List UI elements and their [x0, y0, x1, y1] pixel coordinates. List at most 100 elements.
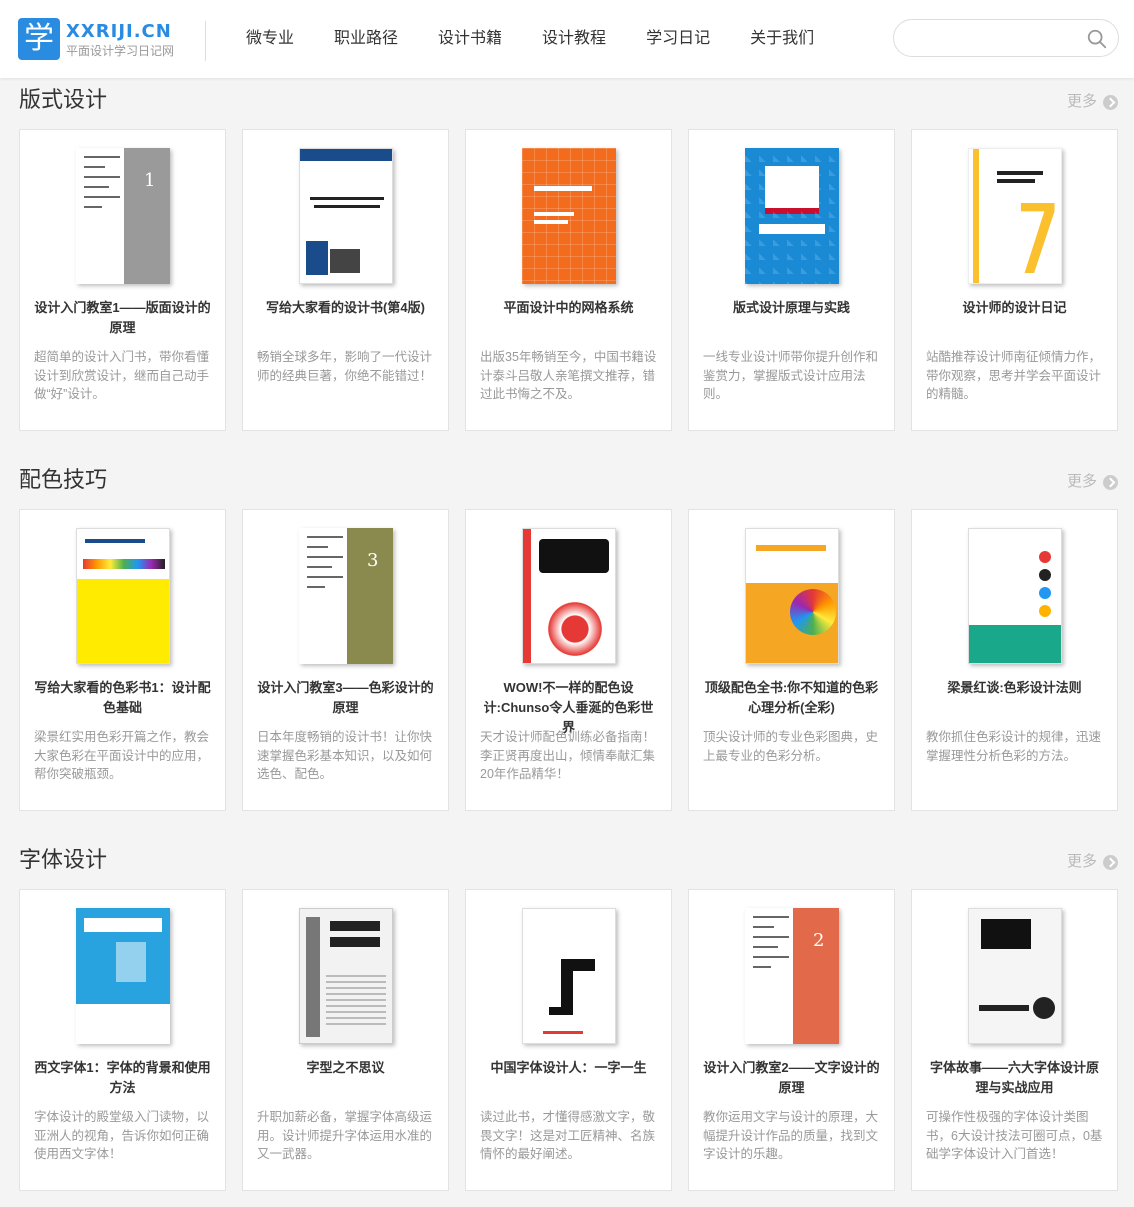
main-nav: 微专业 职业路径 设计书籍 设计教程 学习日记 关于我们 [246, 28, 854, 50]
book-title[interactable]: 字型之不思议 [257, 1058, 434, 1078]
book-description: 升职加薪必备，掌握字体高级运用。设计师提升字体运用水准的又一武器。 [257, 1110, 433, 1161]
book-cover[interactable] [967, 908, 1062, 1044]
book-card[interactable]: 设计师的设计日记站酷推荐设计师南征倾情力作，带你观察，思考并学会平面设计的精髓。 [911, 129, 1118, 431]
section-title: 配色技巧 [19, 467, 108, 492]
nav-item-about-us[interactable]: 关于我们 [750, 28, 814, 50]
search-icon[interactable] [1086, 28, 1108, 50]
book-cover-wrap: 1 [20, 148, 225, 288]
book-cover[interactable] [521, 908, 616, 1044]
book-list: 西文字体1：字体的背景和使用方法字体设计的殿堂级入门读物，以亚洲人的视角，告诉你… [19, 889, 1118, 1191]
book-card[interactable]: 版式设计原理与实践一线专业设计师带你提升创作和鉴赏力，掌握版式设计应用法则。 [688, 129, 895, 431]
book-list: 1 设计入门教室1——版面设计的原理超简单的设计入门书，带你看懂设计到欣赏设计，继… [19, 129, 1118, 431]
book-title[interactable]: 中国字体设计人：一字一生 [480, 1058, 657, 1078]
cover-number: 3 [367, 550, 379, 571]
more-link[interactable]: 更多 [1067, 92, 1118, 112]
book-card[interactable]: 字体故事——六大字体设计原理与实战应用可操作性极强的字体设计类图书，6大设计技法… [911, 889, 1118, 1191]
book-cover[interactable] [521, 528, 616, 664]
book-title[interactable]: 顶级配色全书:你不知道的色彩心理分析(全彩) [703, 678, 880, 718]
header-divider [205, 21, 206, 61]
nav-item-design-books[interactable]: 设计书籍 [438, 28, 502, 50]
book-card[interactable]: 写给大家看的色彩书1：设计配色基础 梁景红实用色彩开篇之作，教会大家色彩在平面设计… [19, 509, 226, 811]
book-cover[interactable] [298, 908, 393, 1044]
book-cover[interactable] [744, 148, 839, 284]
book-title[interactable]: 版式设计原理与实践 [703, 298, 880, 318]
more-link[interactable]: 更多 [1067, 852, 1118, 872]
book-section: 配色技巧 更多写给大家看的色彩书1：设计配色基础 梁景红实用色彩开篇之作，教会大家色… [19, 466, 1118, 811]
book-list: 写给大家看的色彩书1：设计配色基础 梁景红实用色彩开篇之作，教会大家色彩在平面设计… [19, 509, 1118, 811]
book-title[interactable]: 设计入门教室3——色彩设计的原理 [257, 678, 434, 718]
book-cover-wrap [912, 528, 1117, 668]
book-title[interactable]: 平面设计中的网格系统 [480, 298, 657, 318]
book-description: 顶尖设计师的专业色彩图典，史上最专业的色彩分析。 [703, 730, 879, 763]
nav-item-study-diary[interactable]: 学习日记 [646, 28, 710, 50]
book-title[interactable]: 字体故事——六大字体设计原理与实战应用 [926, 1058, 1103, 1098]
section-title: 版式设计 [19, 87, 108, 112]
book-cover[interactable]: 1 [75, 148, 170, 284]
book-title[interactable]: 设计入门教室2——文字设计的原理 [703, 1058, 880, 1098]
book-cover[interactable] [967, 528, 1062, 664]
book-cover-wrap [466, 148, 671, 288]
book-cover-wrap [243, 148, 448, 288]
search-box[interactable] [893, 19, 1119, 57]
book-description: 读过此书，才懂得感激文字，敬畏文字！这是对工匠精神、名族情怀的最好阐述。 [480, 1110, 656, 1161]
book-card[interactable]: 平面设计中的网格系统出版35年畅销至今，中国书籍设计泰斗吕敬人亲笔撰文推荐，错过… [465, 129, 672, 431]
book-cover-wrap [912, 908, 1117, 1048]
book-cover[interactable]: 2 [744, 908, 839, 1044]
book-cover-wrap [689, 528, 894, 668]
nav-item-career-path[interactable]: 职业路径 [334, 28, 398, 50]
book-description: 教你运用文字与设计的原理，大幅提升设计作品的质量，找到文字设计的乐趣。 [703, 1110, 879, 1161]
book-card[interactable]: 中国字体设计人：一字一生读过此书，才懂得感激文字，敬畏文字！这是对工匠精神、名族… [465, 889, 672, 1191]
more-label: 更多 [1066, 853, 1097, 870]
book-cover[interactable] [521, 148, 616, 284]
book-card[interactable]: WOW!不一样的配色设计:Chunso令人垂涎的色彩世界 天才设计师配色训练必备指… [465, 509, 672, 811]
book-card[interactable]: 梁景红谈:色彩设计法则 教你抓住色彩设计的规律，迅速掌握理性分析色彩的方法。 [911, 509, 1118, 811]
logo-cn: 平面设计学习日记网 [66, 44, 175, 58]
book-description: 可操作性极强的字体设计类图书，6大设计技法可圈可点，0基础学字体设计入门首选！ [926, 1110, 1103, 1161]
book-description: 天才设计师配色训练必备指南！李正贤再度出山，倾情奉献汇集20年作品精华！ [480, 730, 656, 781]
book-title[interactable]: 写给大家看的色彩书1：设计配色基础 [34, 678, 211, 718]
book-title[interactable]: 梁景红谈:色彩设计法则 [926, 678, 1103, 698]
book-card[interactable]: 3 设计入门教室3——色彩设计的原理日本年度畅销的设计书！让你快速掌握色彩基本知识… [242, 509, 449, 811]
book-description: 字体设计的殿堂级入门读物，以亚洲人的视角，告诉你如何正确使用西文字体！ [34, 1110, 210, 1161]
book-cover-wrap [912, 148, 1117, 288]
book-cover[interactable] [298, 148, 393, 284]
book-title[interactable]: 设计入门教室1——版面设计的原理 [34, 298, 211, 338]
logo-icon[interactable]: 学 [18, 18, 60, 60]
book-cover[interactable]: 3 [298, 528, 393, 664]
book-card[interactable]: 顶级配色全书:你不知道的色彩心理分析(全彩) 顶尖设计师的专业色彩图典，史上最专业… [688, 509, 895, 811]
book-cover-wrap [243, 908, 448, 1048]
book-description: 一线专业设计师带你提升创作和鉴赏力，掌握版式设计应用法则。 [703, 350, 879, 401]
book-description: 出版35年畅销至今，中国书籍设计泰斗吕敬人亲笔撰文推荐，错过此书悔之不及。 [480, 350, 657, 401]
book-card[interactable]: 写给大家看的设计书(第4版) 畅销全球多年，影响了一代设计师的经典巨著，你绝不能错… [242, 129, 449, 431]
book-card[interactable]: 1 设计入门教室1——版面设计的原理超简单的设计入门书，带你看懂设计到欣赏设计，继… [19, 129, 226, 431]
book-cover[interactable] [744, 528, 839, 664]
more-label: 更多 [1066, 473, 1097, 490]
more-link[interactable]: 更多 [1067, 472, 1118, 492]
book-cover[interactable] [967, 148, 1062, 284]
book-cover[interactable] [75, 528, 170, 664]
book-title[interactable]: 写给大家看的设计书(第4版) [257, 298, 434, 318]
book-cover-wrap [689, 148, 894, 288]
book-cover-wrap [466, 528, 671, 668]
book-section: 字体设计 更多 西文字体1：字体的背景和使用方法 字体设计的殿堂级入门读物，以亚洲人的… [19, 846, 1118, 1191]
book-card[interactable]: 字型之不思议升职加薪必备，掌握字体高级运用。设计师提升字体运用水准的又一武器。 [242, 889, 449, 1191]
book-card[interactable]: 西文字体1：字体的背景和使用方法字体设计的殿堂级入门读物，以亚洲人的视角，告诉你… [19, 889, 226, 1191]
cover-number: 1 [144, 170, 156, 191]
book-cover-wrap [466, 908, 671, 1048]
logo-en: XXRIJI.CN [66, 21, 172, 42]
book-description: 畅销全球多年，影响了一代设计师的经典巨著，你绝不能错过！ [257, 350, 433, 383]
book-cover[interactable] [75, 908, 170, 1044]
logo-text[interactable]: XXRIJI.CN 平面设计学习日记网 [66, 22, 174, 59]
book-card[interactable]: 2 设计入门教室2——文字设计的原理教你运用文字与设计的原理，大幅提升设计作品的质… [688, 889, 895, 1191]
book-description: 日本年度畅销的设计书！让你快速掌握色彩基本知识，以及如何选色、配色。 [257, 730, 433, 781]
search-input[interactable] [908, 28, 1078, 48]
nav-item-design-tutorials[interactable]: 设计教程 [542, 28, 606, 50]
book-title[interactable]: 西文字体1：字体的背景和使用方法 [34, 1058, 211, 1098]
book-cover-wrap [20, 908, 225, 1048]
book-cover-wrap: 2 [689, 908, 894, 1048]
nav-item-micro-major[interactable]: 微专业 [246, 28, 294, 50]
book-description: 超简单的设计入门书，带你看懂设计到欣赏设计，继而自己动手做“好”设计。 [34, 350, 210, 401]
book-cover-wrap [20, 528, 225, 668]
book-description: 站酷推荐设计师南征倾情力作，带你观察，思考并学会平面设计的精髓。 [926, 350, 1102, 401]
book-title[interactable]: 设计师的设计日记 [926, 298, 1103, 318]
